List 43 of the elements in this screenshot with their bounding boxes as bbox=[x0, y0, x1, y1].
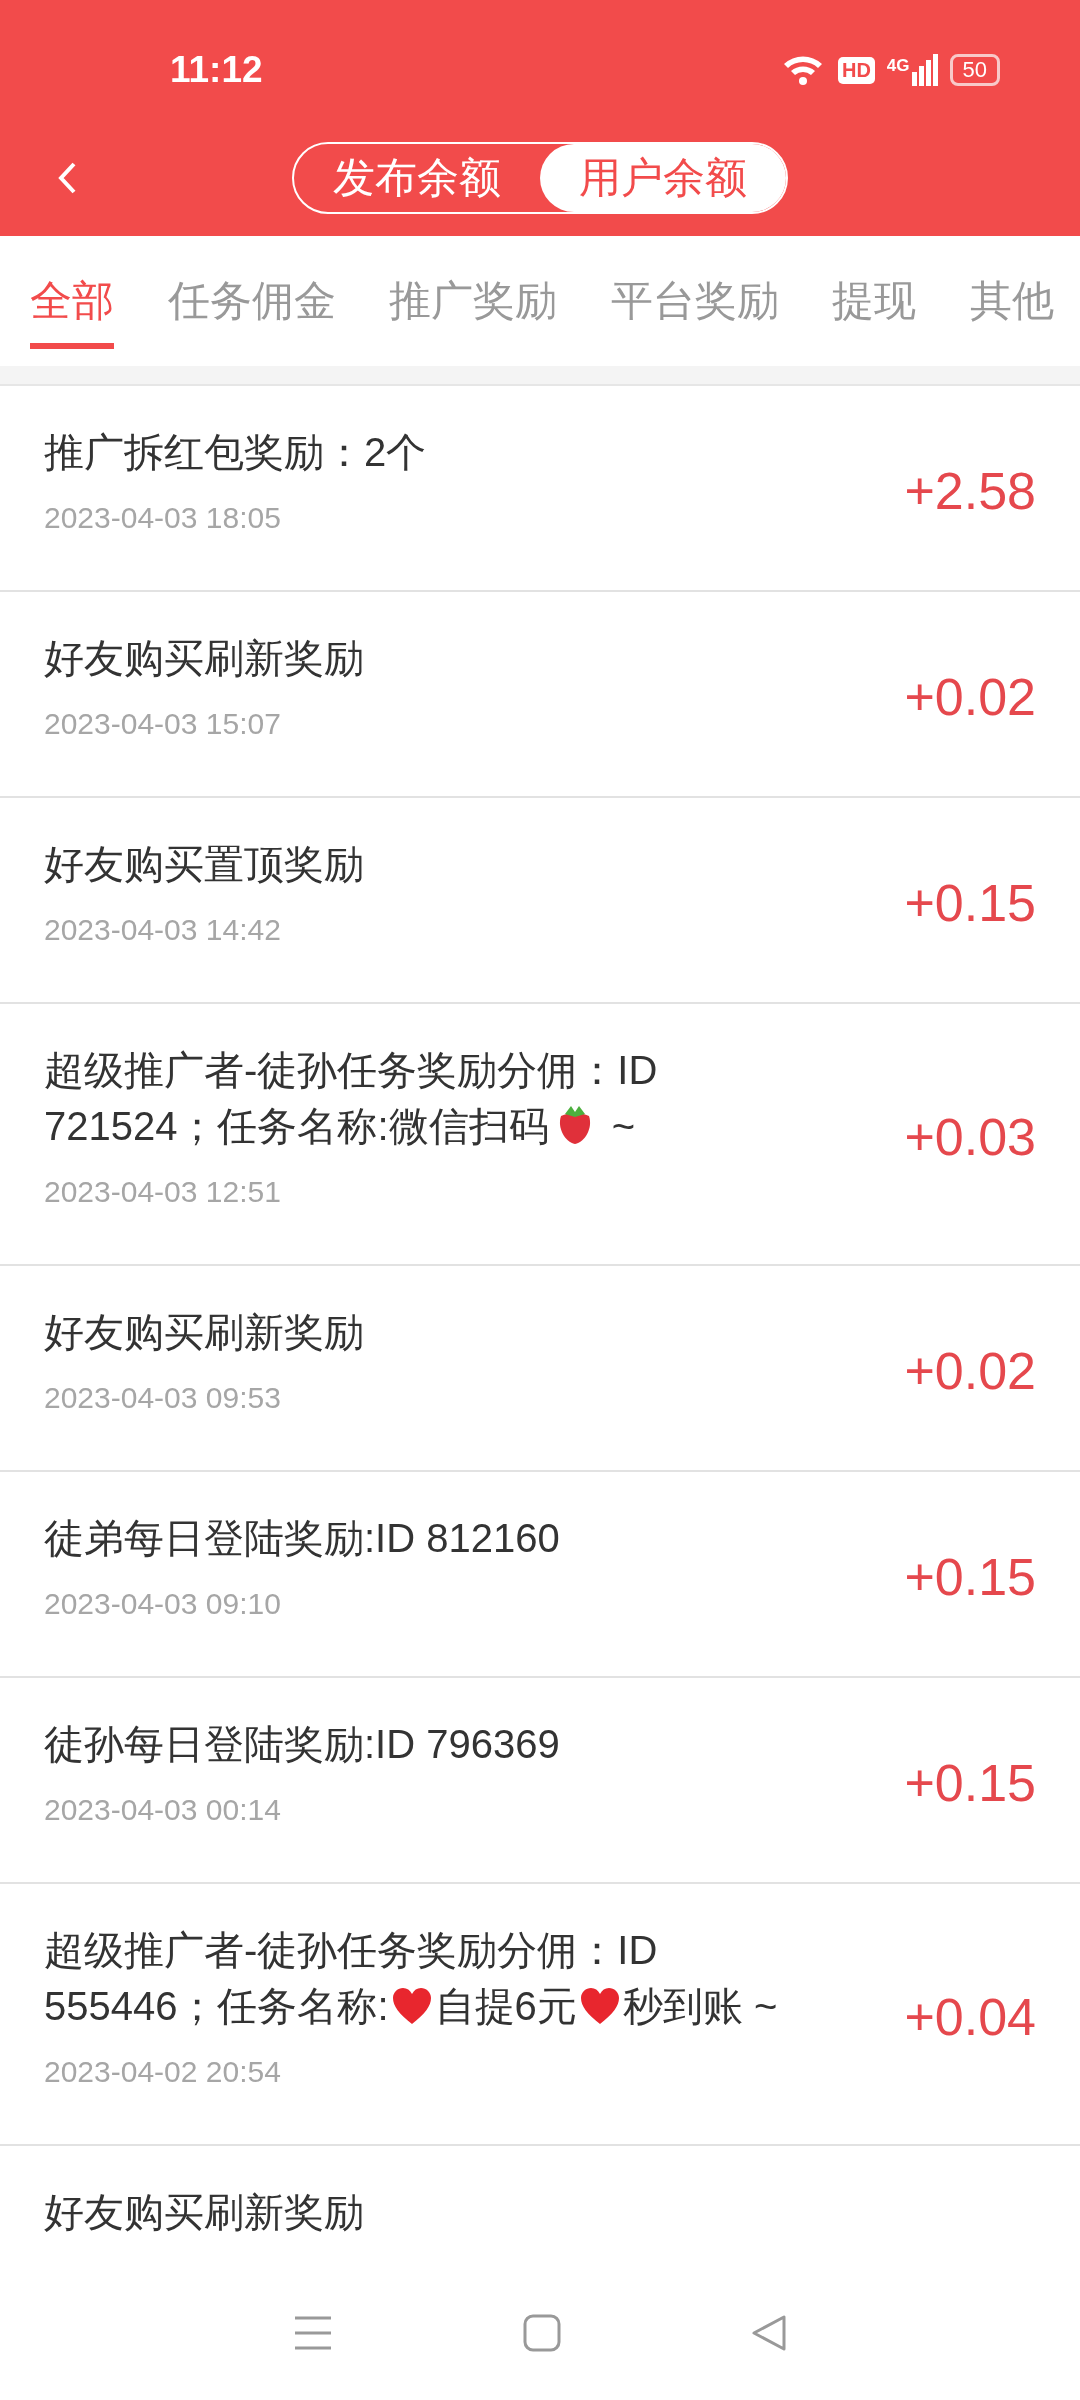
battery-level: 50 bbox=[949, 54, 1000, 86]
record-amount: +0.02 bbox=[904, 1341, 1036, 1401]
record-amount: +0.04 bbox=[904, 1987, 1036, 2047]
record-amount: +0.15 bbox=[904, 1547, 1036, 1607]
record-time: 2023-04-02 20:54 bbox=[44, 2054, 282, 2090]
record-title: 超级推广者-徒孙任务奖励分佣：ID 721524；任务名称:微信扫码 ~ bbox=[44, 1047, 659, 1150]
status-time: 11:12 bbox=[170, 48, 264, 91]
record-time: 2023-04-03 09:53 bbox=[44, 1380, 282, 1416]
category-tab[interactable]: 全部 bbox=[30, 259, 114, 349]
category-tab[interactable]: 任务佣金 bbox=[167, 259, 336, 349]
heart-icon bbox=[390, 1986, 433, 2026]
hd-badge: HD bbox=[837, 56, 875, 84]
category-tab[interactable]: 其他 bbox=[969, 259, 1054, 349]
category-tab[interactable]: 平台奖励 bbox=[610, 259, 779, 349]
record-title: 好友购买刷新奖励 bbox=[44, 1309, 365, 1356]
menu-icon[interactable] bbox=[293, 2314, 333, 2351]
record-time: 2023-04-03 15:07 bbox=[44, 706, 282, 742]
record-time: 2023-04-03 14:42 bbox=[44, 912, 282, 948]
balance-tab[interactable]: 发布余额 bbox=[294, 144, 540, 212]
record-title: 推广拆红包奖励：2个 bbox=[44, 429, 428, 476]
back-nav-icon[interactable] bbox=[751, 2313, 787, 2352]
network-type: 4G bbox=[886, 56, 910, 76]
heart-icon bbox=[578, 1986, 621, 2026]
record-title: 好友购买刷新奖励 bbox=[44, 635, 365, 682]
record-amount: +0.15 bbox=[904, 873, 1036, 933]
record-amount: +2.58 bbox=[904, 461, 1036, 521]
category-tab[interactable]: 提现 bbox=[832, 259, 917, 349]
record-time: 2023-04-03 09:10 bbox=[44, 1586, 282, 1622]
category-tab[interactable]: 推广奖励 bbox=[389, 259, 558, 349]
record-amount: +0.02 bbox=[904, 667, 1036, 727]
record-amount: +0.03 bbox=[904, 1107, 1036, 1167]
record-time: 2023-04-03 18:05 bbox=[44, 500, 282, 536]
record-title: 好友购买置顶奖励 bbox=[44, 841, 365, 888]
signal-icon bbox=[911, 54, 938, 86]
home-icon[interactable] bbox=[523, 2313, 561, 2352]
record-time: 2023-04-03 12:51 bbox=[44, 1174, 282, 1210]
balance-tab[interactable]: 用户余额 bbox=[540, 144, 786, 212]
record-amount: +0.15 bbox=[904, 1753, 1036, 1813]
record-title: 好友购买刷新奖励 bbox=[44, 2189, 365, 2236]
record-title: 徒弟每日登陆奖励:ID 812160 bbox=[44, 1515, 561, 1562]
record-title: 超级推广者-徒孙任务奖励分佣：ID 555446；任务名称: 自提6元 秒到账 ~ bbox=[44, 1927, 779, 2030]
record-time: 2023-04-03 00:14 bbox=[44, 1792, 282, 1828]
record-title: 徒孙每日登陆奖励:ID 796369 bbox=[44, 1721, 561, 1768]
